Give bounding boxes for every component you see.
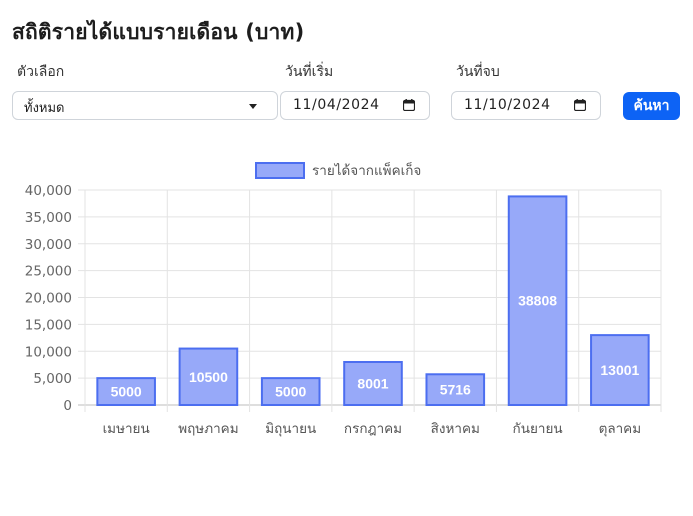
start-date-input[interactable]: 11/04/2024 [280,91,430,120]
page-title: สถิติรายได้แบบรายเดือน (บาท) [12,20,305,44]
search-button[interactable]: ค้นหา [623,92,680,120]
legend-label: รายได้จากแพ็คเก็จ [312,161,421,179]
y-tick-label: 30,000 [25,237,72,253]
bar-data-label: 38808 [518,293,557,309]
legend-swatch [255,162,305,179]
y-tick-label: 5,000 [33,371,72,387]
start-date-value: 11/04/2024 [293,97,380,113]
end-date-input[interactable]: 11/10/2024 [451,91,601,120]
monthly-revenue-chart: 0 5,000 10,000 15,000 20,000 25,000 30,000 35,0… [25,161,662,437]
x-tick-label: ตุลาคม [599,421,642,437]
bar-data-label: 5000 [275,384,306,400]
end-date-label: วันที่จบ [456,64,500,80]
bar-data-label: 10500 [189,369,228,385]
y-tick-label: 0 [63,398,72,414]
bar-data-label: 5000 [111,384,142,400]
y-tick-label: 15,000 [25,317,72,333]
end-date-value: 11/10/2024 [464,97,551,113]
option-label: ตัวเลือก [17,64,65,80]
option-select[interactable]: ทั้งหมด [12,91,278,120]
chevron-down-icon [249,104,257,109]
start-date-label: วันที่เริ่ม [285,64,334,80]
x-tick-label: มิถุนายน [265,421,316,437]
y-tick-label: 10,000 [25,344,72,360]
bar-data-label: 8001 [357,375,388,391]
y-tick-label: 35,000 [25,210,72,226]
calendar-icon[interactable] [403,99,415,111]
x-tick-label: กรกฎาคม [344,421,402,437]
x-tick-label: เมษายน [103,421,150,437]
y-tick-label: 40,000 [25,183,72,199]
bar-data-label: 5716 [440,382,471,398]
x-tick-label: พฤษภาคม [178,421,238,437]
calendar-icon[interactable] [574,99,586,111]
y-tick-label: 20,000 [25,291,72,307]
option-select-value: ทั้งหมด [24,101,65,116]
y-tick-label: 25,000 [25,264,72,280]
x-tick-label: กันยายน [513,421,563,437]
x-tick-label: สิงหาคม [431,421,480,437]
bar-data-label: 13001 [600,362,639,378]
